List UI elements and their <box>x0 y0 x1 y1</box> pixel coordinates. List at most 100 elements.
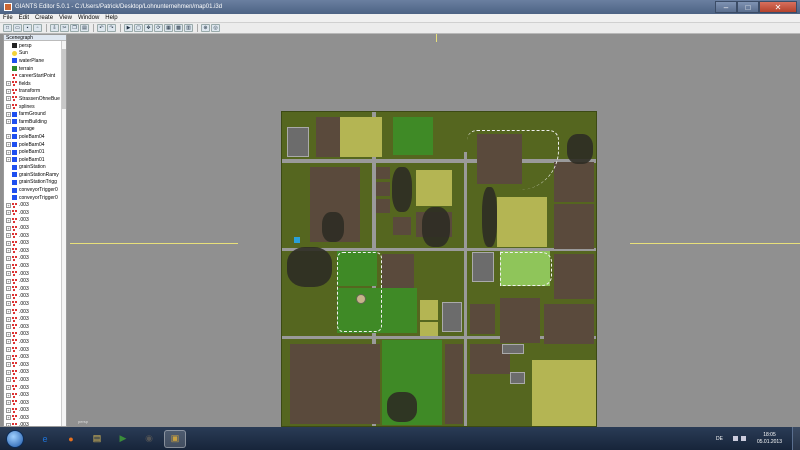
expand-icon[interactable]: + <box>6 210 11 216</box>
expand-icon[interactable]: + <box>6 347 11 353</box>
scenegraph-node[interactable]: + StrassenOhneBue <box>4 95 62 103</box>
scenegraph-node[interactable]: + poleBarn04 <box>4 141 62 149</box>
show-desktop-button[interactable] <box>792 427 800 450</box>
expand-icon[interactable]: + <box>6 392 11 398</box>
menu-create[interactable]: Create <box>32 15 56 21</box>
scenegraph-node[interactable]: grainStation <box>4 164 62 172</box>
scenegraph-node[interactable]: + .003 <box>4 262 62 270</box>
expand-icon[interactable]: + <box>6 202 11 208</box>
expand-icon[interactable]: + <box>6 134 11 140</box>
open-icon[interactable]: ▭ <box>13 24 22 32</box>
expand-icon[interactable]: + <box>6 369 11 375</box>
expand-icon[interactable]: + <box>6 339 11 345</box>
scenegraph-node[interactable]: + .003 <box>4 270 62 278</box>
scenegraph-node[interactable]: terrain <box>4 65 62 73</box>
scenegraph-node[interactable]: + fields <box>4 80 62 88</box>
expand-icon[interactable]: + <box>6 119 11 125</box>
redo-icon[interactable]: ↷ <box>107 24 116 32</box>
expand-icon[interactable]: + <box>6 415 11 421</box>
select-icon[interactable]: ▢ <box>134 24 143 32</box>
expand-icon[interactable]: + <box>6 271 11 277</box>
language-indicator[interactable]: DE <box>716 436 723 442</box>
scenegraph-node[interactable]: + .003 <box>4 224 62 232</box>
scenegraph-node[interactable]: + .003 <box>4 217 62 225</box>
expand-icon[interactable]: + <box>6 255 11 261</box>
media-player-icon[interactable]: ▶ <box>112 430 134 448</box>
scenegraph-node[interactable]: + splines <box>4 103 62 111</box>
zoom-icon[interactable]: ⊕ <box>201 24 210 32</box>
expand-icon[interactable]: + <box>6 233 11 239</box>
foliage-icon[interactable]: ▩ <box>174 24 183 32</box>
expand-icon[interactable]: + <box>6 225 11 231</box>
expand-icon[interactable]: + <box>6 385 11 391</box>
scenegraph-node[interactable]: + poleBarn04 <box>4 133 62 141</box>
minimize-button[interactable]: – <box>715 1 737 13</box>
scenegraph-node[interactable]: + .003 <box>4 323 62 331</box>
expand-icon[interactable]: + <box>6 400 11 406</box>
expand-icon[interactable]: + <box>6 278 11 284</box>
maximize-button[interactable]: □ <box>737 1 759 13</box>
clock[interactable]: 18:05 05.01.2013 <box>757 432 782 446</box>
rotate-icon[interactable]: ⟳ <box>154 24 163 32</box>
scenegraph-node[interactable]: + .003 <box>4 331 62 339</box>
scenegraph-node[interactable]: + poleBarn01 <box>4 156 62 164</box>
new-icon[interactable]: □ <box>3 24 12 32</box>
scenegraph-node[interactable]: careerStartPoint <box>4 72 62 80</box>
firefox-icon[interactable]: ● <box>60 430 82 448</box>
scenegraph-node[interactable]: + poleBarn01 <box>4 148 62 156</box>
import-icon[interactable]: ⇩ <box>50 24 59 32</box>
scenegraph-node[interactable]: + .003 <box>4 201 62 209</box>
3d-viewport[interactable] <box>70 34 800 427</box>
terrain-map[interactable] <box>281 111 597 427</box>
menu-view[interactable]: View <box>56 15 75 21</box>
expand-icon[interactable]: + <box>6 240 11 246</box>
scenegraph-node[interactable]: + .003 <box>4 391 62 399</box>
menu-window[interactable]: Window <box>75 15 102 21</box>
scenegraph-node[interactable]: conveyorTrigger0 <box>4 194 62 202</box>
scenegraph-node[interactable]: + .003 <box>4 277 62 285</box>
scenegraph-node[interactable]: + .003 <box>4 285 62 293</box>
expand-icon[interactable]: + <box>6 309 11 315</box>
scenegraph-node[interactable]: + .003 <box>4 346 62 354</box>
move-icon[interactable]: ✥ <box>144 24 153 32</box>
scenegraph-node[interactable]: + .003 <box>4 384 62 392</box>
expand-icon[interactable]: + <box>6 316 11 322</box>
scenegraph-scrollbar[interactable] <box>61 41 66 426</box>
scenegraph-node[interactable]: waterPlane <box>4 57 62 65</box>
scenegraph-node[interactable]: + .003 <box>4 293 62 301</box>
expand-icon[interactable]: + <box>6 354 11 360</box>
save-icon[interactable]: ▪ <box>23 24 32 32</box>
scenegraph-node[interactable]: + .003 <box>4 232 62 240</box>
cut-icon[interactable]: ✂ <box>60 24 69 32</box>
scenegraph-node[interactable]: + .003 <box>4 209 62 217</box>
giants-editor-icon[interactable]: ▣ <box>164 429 186 448</box>
scenegraph-node[interactable]: + .003 <box>4 239 62 247</box>
terrain-paint-icon[interactable]: ▦ <box>164 24 173 32</box>
scenegraph-node[interactable]: conveyorTrigger0 <box>4 186 62 194</box>
scenegraph-node[interactable]: + .003 <box>4 308 62 316</box>
menu-file[interactable]: File <box>0 15 16 21</box>
network-icon[interactable] <box>732 436 738 441</box>
save-as-icon[interactable]: ▫ <box>33 24 42 32</box>
steam-icon[interactable]: ◉ <box>138 430 160 448</box>
expand-icon[interactable]: + <box>6 217 11 223</box>
texture-icon[interactable]: ▥ <box>184 24 193 32</box>
expand-icon[interactable]: + <box>6 362 11 368</box>
scenegraph-node[interactable]: + .003 <box>4 338 62 346</box>
scenegraph-node[interactable]: garage <box>4 126 62 134</box>
volume-icon[interactable] <box>740 436 746 441</box>
camera-icon[interactable]: ◎ <box>211 24 220 32</box>
expand-icon[interactable]: + <box>6 96 11 102</box>
scenegraph-node[interactable]: + .003 <box>4 353 62 361</box>
close-button[interactable]: ✕ <box>759 1 797 13</box>
expand-icon[interactable]: + <box>6 104 11 110</box>
scenegraph-node[interactable]: grainStationRamy <box>4 171 62 179</box>
scenegraph-node[interactable]: + .003 <box>4 399 62 407</box>
scenegraph-node[interactable]: + .003 <box>4 376 62 384</box>
scenegraph-node[interactable]: + .003 <box>4 247 62 255</box>
scenegraph-node[interactable]: + .003 <box>4 361 62 369</box>
scenegraph-node[interactable]: + .003 <box>4 300 62 308</box>
expand-icon[interactable]: + <box>6 157 11 163</box>
scenegraph-node[interactable]: + .003 <box>4 255 62 263</box>
scenegraph-node[interactable]: + transform <box>4 88 62 96</box>
